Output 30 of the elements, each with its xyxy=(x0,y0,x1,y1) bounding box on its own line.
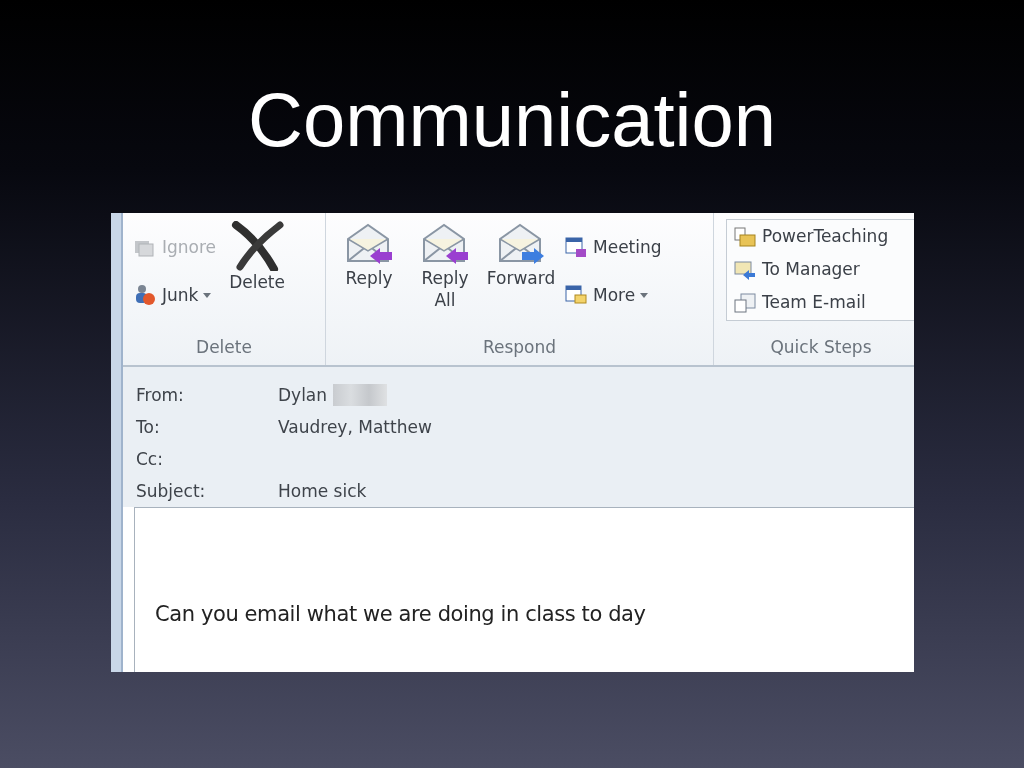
quick-step-item[interactable]: PowerTeaching xyxy=(733,224,914,248)
ribbon-button[interactable]: Reply xyxy=(336,221,402,290)
ribbon-button[interactable]: Meeting xyxy=(564,235,662,259)
header-value: Home sick xyxy=(278,481,367,501)
header-label: From: xyxy=(136,385,185,405)
meeting-calendar-icon xyxy=(564,235,588,259)
folder-icon xyxy=(733,224,757,248)
envelope-reply-icon xyxy=(344,221,394,267)
ribbon-button[interactable]: Forward xyxy=(488,221,554,290)
group-label: Delete xyxy=(195,337,253,359)
slide-title: Communication xyxy=(247,76,777,164)
header-label: To: xyxy=(136,417,161,437)
header-value: Dylan xyxy=(278,385,328,405)
ribbon-button[interactable]: More xyxy=(564,283,662,307)
envelope-reply-icon xyxy=(420,221,470,267)
delete-x-icon xyxy=(230,221,285,271)
group-label: Quick Steps xyxy=(769,337,873,359)
header-value: Vaudrey, Matthew xyxy=(278,417,432,437)
header-label: Cc: xyxy=(136,449,164,469)
group-label: Respond xyxy=(481,337,558,359)
ribbon-button[interactable]: Junk xyxy=(133,283,217,307)
more-calendar-icon xyxy=(564,283,588,307)
ribbon-button[interactable]: Delete xyxy=(226,221,289,294)
quick-step-item[interactable]: Team E-mail xyxy=(733,290,914,314)
envelope-forward-icon xyxy=(496,221,546,267)
header-label: Subject: xyxy=(136,481,207,501)
junk-person-icon xyxy=(133,283,157,307)
quick-step-item[interactable]: To Manager xyxy=(733,257,914,281)
ribbon-button[interactable]: Reply All xyxy=(412,221,478,312)
body-text: Can you email what we are doing in class to day xyxy=(155,602,647,626)
